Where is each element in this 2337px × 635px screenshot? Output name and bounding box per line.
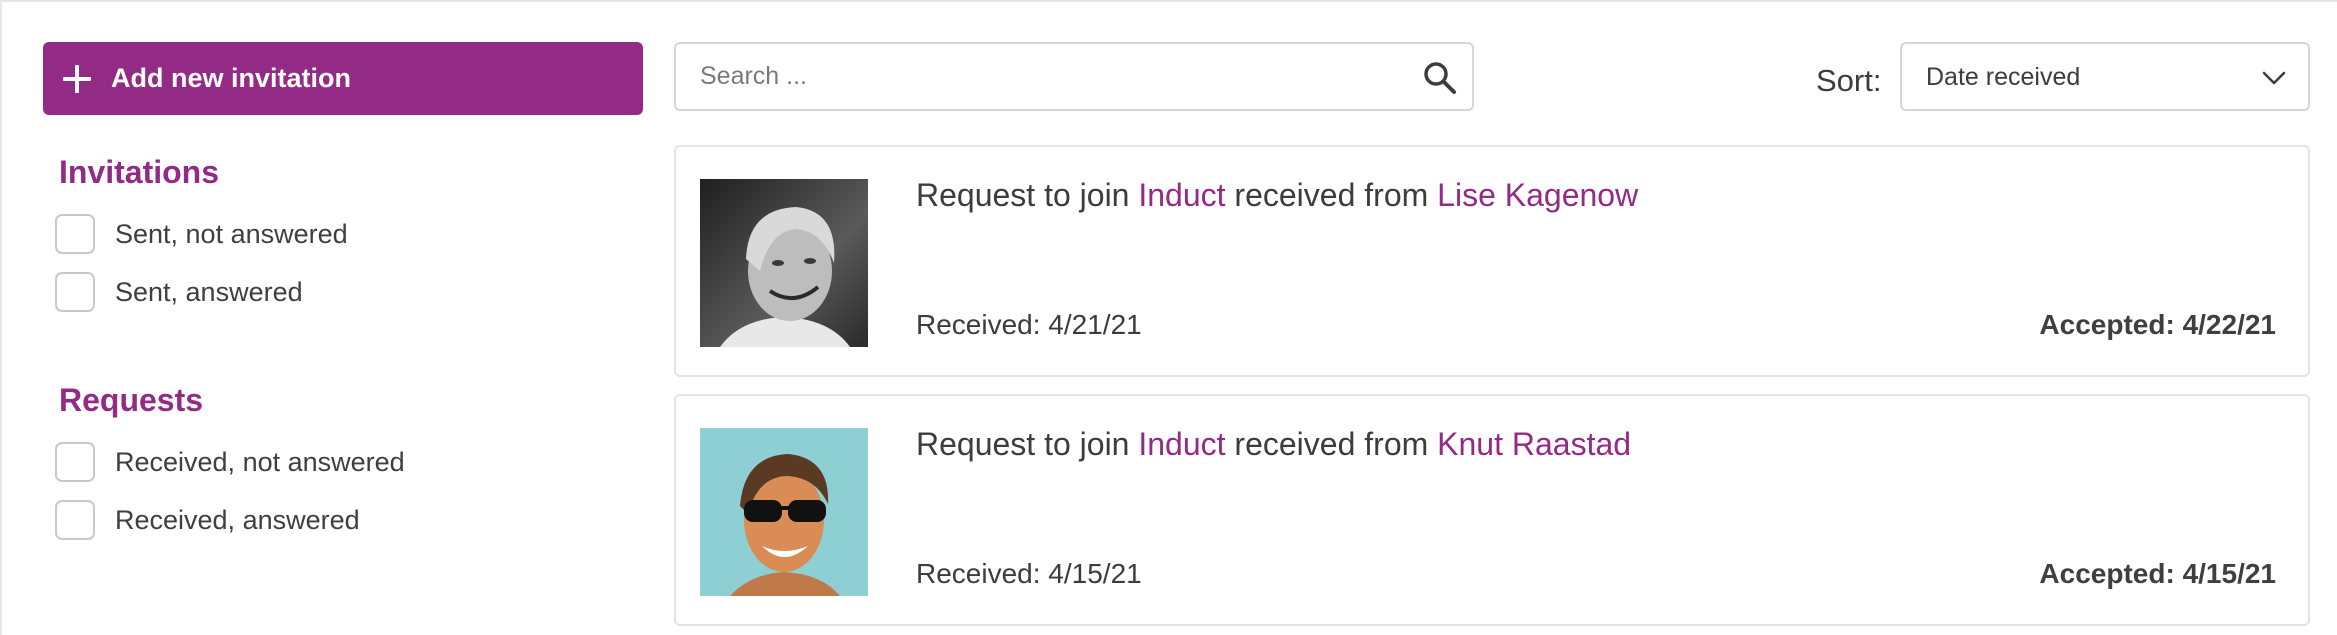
avatar xyxy=(700,428,868,596)
person-link[interactable]: Knut Raastad xyxy=(1437,426,1631,462)
plus-icon xyxy=(61,63,93,95)
add-new-invitation-label: Add new invitation xyxy=(111,63,351,93)
group-link[interactable]: Induct xyxy=(1138,177,1225,213)
filter-received-not-answered[interactable]: Received, not answered xyxy=(55,442,405,482)
request-title: Request to join Induct received from Lis… xyxy=(916,177,1638,214)
request-middle: received from xyxy=(1234,177,1429,213)
checkbox[interactable] xyxy=(55,214,95,254)
invitations-heading: Invitations xyxy=(59,154,220,190)
received-date: Received: 4/21/21 xyxy=(916,309,1142,340)
checkbox[interactable] xyxy=(55,500,95,540)
filter-sent-not-answered[interactable]: Sent, not answered xyxy=(55,214,348,254)
group-link[interactable]: Induct xyxy=(1138,426,1225,462)
request-card[interactable]: Request to join Induct received from Lis… xyxy=(674,145,2310,377)
checkbox[interactable] xyxy=(55,272,95,312)
filter-label: Sent, not answered xyxy=(115,218,348,249)
request-card[interactable]: Request to join Induct received from Knu… xyxy=(674,394,2310,626)
add-new-invitation-button[interactable]: Add new invitation xyxy=(43,42,643,115)
filter-label: Received, not answered xyxy=(115,446,405,477)
chevron-down-icon xyxy=(2262,71,2286,85)
sort-dropdown[interactable]: Date received xyxy=(1900,42,2310,111)
checkbox[interactable] xyxy=(55,442,95,482)
request-title: Request to join Induct received from Knu… xyxy=(916,426,1631,463)
search-icon[interactable] xyxy=(1422,60,1458,96)
search-input[interactable] xyxy=(700,44,1380,109)
person-link[interactable]: Lise Kagenow xyxy=(1437,177,1638,213)
filter-sent-answered[interactable]: Sent, answered xyxy=(55,272,303,312)
sort-label: Sort: xyxy=(1816,63,1882,98)
accepted-date: Accepted: 4/22/21 xyxy=(2039,309,2276,340)
search-box xyxy=(674,42,1474,111)
requests-heading: Requests xyxy=(59,382,204,418)
filter-label: Received, answered xyxy=(115,504,360,535)
received-date: Received: 4/15/21 xyxy=(916,558,1142,589)
request-prefix: Request to join xyxy=(916,426,1130,462)
sort-selected-value: Date received xyxy=(1926,63,2081,91)
accepted-date: Accepted: 4/15/21 xyxy=(2039,558,2276,589)
filter-received-answered[interactable]: Received, answered xyxy=(55,500,360,540)
request-prefix: Request to join xyxy=(916,177,1130,213)
request-middle: received from xyxy=(1234,426,1429,462)
filter-label: Sent, answered xyxy=(115,276,303,307)
avatar xyxy=(700,179,868,347)
